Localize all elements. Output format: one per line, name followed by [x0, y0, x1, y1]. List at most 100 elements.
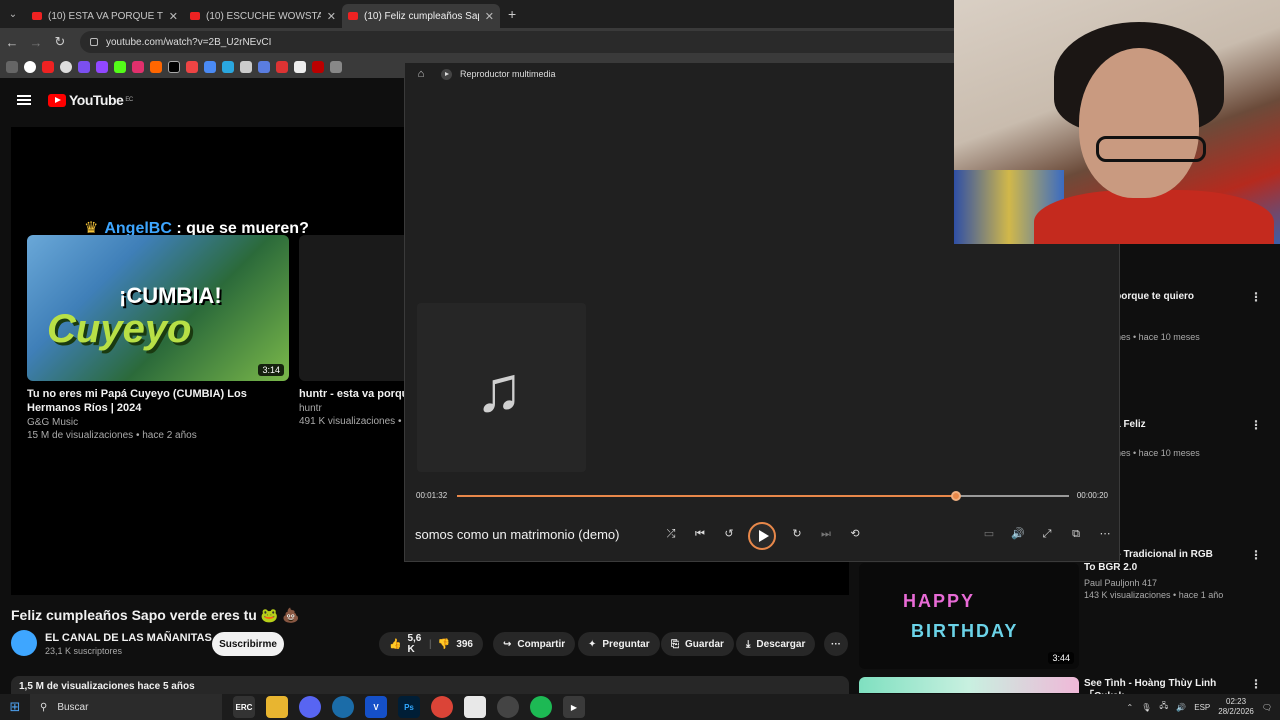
forward-30-icon[interactable]: ↻ — [787, 525, 807, 543]
steam-icon[interactable] — [332, 696, 354, 718]
paint-icon[interactable] — [464, 696, 486, 718]
bookmark-icon[interactable] — [240, 61, 252, 73]
duration-badge: 3:44 — [1048, 652, 1074, 664]
share-button[interactable]: ↪ Compartir — [493, 632, 576, 656]
duration-badge: 3:14 — [258, 364, 284, 376]
video-thumbnail[interactable]: ¡CUMBIA! Cuyeyo 3:14 — [27, 235, 289, 381]
menu-icon[interactable] — [17, 95, 31, 105]
rec-channel[interactable]: Paul Pauljonh 417 — [1084, 578, 1254, 588]
new-tab-button[interactable]: + — [508, 6, 516, 22]
volume-icon[interactable]: 🔊 — [1176, 703, 1186, 712]
more-options-icon[interactable]: ⋮ — [1250, 677, 1262, 691]
save-button[interactable]: ⎘ Guardar — [661, 632, 734, 656]
fullscreen-icon[interactable]: ⤢ — [1037, 525, 1057, 543]
clock[interactable]: 02:23 28/2/2026 — [1218, 697, 1254, 717]
chrome-icon[interactable] — [431, 696, 453, 718]
bookmark-icon[interactable] — [60, 61, 72, 73]
bookmark-icon[interactable] — [204, 61, 216, 73]
file-explorer-icon[interactable] — [266, 696, 288, 718]
song-title: somos como un matrimonio (demo) — [415, 527, 620, 542]
bookmark-icon[interactable] — [186, 61, 198, 73]
obs-icon[interactable] — [497, 696, 519, 718]
home-icon[interactable]: ⌂ — [415, 68, 427, 80]
seek-bar[interactable] — [457, 491, 1069, 501]
like-icon[interactable]: 👍 — [389, 639, 401, 650]
subscribe-button[interactable]: Suscribirme — [212, 632, 284, 656]
bookmark-icon[interactable] — [24, 61, 36, 73]
seek-thumb[interactable] — [950, 491, 961, 501]
rewind-10-icon[interactable]: ↺ — [719, 525, 739, 543]
close-tab-icon[interactable]: ✕ — [327, 10, 336, 23]
close-tab-icon[interactable]: ✕ — [485, 10, 494, 23]
video-thumbnail[interactable] — [299, 235, 409, 381]
captions-icon[interactable]: ▭ — [979, 525, 999, 543]
dislike-count[interactable]: 396 — [456, 639, 473, 650]
close-tab-icon[interactable]: ✕ — [169, 10, 178, 23]
more-options-icon[interactable]: ⋮ — [1250, 290, 1262, 304]
repeat-icon[interactable]: ⟲ — [845, 525, 865, 543]
ask-button[interactable]: ✦ Preguntar — [578, 632, 660, 656]
photoshop-icon[interactable]: Ps — [398, 696, 420, 718]
tab-2[interactable]: (10) ESCUCHE WOWSTAR Y ME ✕ — [184, 4, 342, 28]
bookmark-icon[interactable] — [168, 61, 180, 73]
spotify-icon[interactable] — [530, 696, 552, 718]
bookmark-icon[interactable] — [150, 61, 162, 73]
youtube-logo[interactable]: YouTube EC — [48, 92, 133, 108]
bookmark-icon[interactable] — [294, 61, 306, 73]
network-icon[interactable]: 🖧 — [1159, 700, 1168, 714]
video-thumbnail[interactable] — [859, 677, 1079, 693]
previous-track-icon[interactable]: ⏮ — [690, 525, 710, 543]
more-options-icon[interactable]: ⋮ — [1250, 548, 1262, 562]
shuffle-icon[interactable]: ⤮ — [661, 525, 681, 543]
site-info-icon[interactable] — [90, 38, 98, 46]
next-track-icon[interactable]: ⏭ — [816, 525, 836, 543]
card-title[interactable]: huntr - esta va porque — [299, 387, 409, 401]
bookmark-icon[interactable] — [78, 61, 90, 73]
app-icon[interactable]: ERC — [233, 696, 255, 718]
more-options-icon[interactable]: ⋯ — [1095, 525, 1115, 543]
card-title[interactable]: Tu no eres mi Papá Cuyeyo (CUMBIA) Los H… — [27, 387, 289, 415]
taskbar-search[interactable]: ⚲ Buscar — [30, 694, 222, 720]
video-thumbnail[interactable]: HAPPY BIRTHDAY 3:44 — [859, 563, 1079, 669]
channel-avatar[interactable] — [11, 630, 37, 656]
url-field[interactable]: youtube.com/watch?v=2B_U2rNEvCI — [80, 31, 980, 53]
channel-name[interactable]: EL CANAL DE LAS MAÑANITAS — [45, 632, 212, 644]
more-actions-button[interactable]: ··· — [824, 632, 848, 656]
v-app-icon[interactable]: V — [365, 696, 387, 718]
notifications-icon[interactable]: 🗨 — [1262, 703, 1272, 712]
bookmark-icon[interactable] — [114, 61, 126, 73]
bookmark-icon[interactable] — [276, 61, 288, 73]
miniplayer-icon[interactable]: ⧉ — [1066, 525, 1086, 543]
dislike-icon[interactable]: 👎 — [438, 639, 450, 650]
tab-3[interactable]: (10) Feliz cumpleaños Sapo verde ✕ — [342, 4, 500, 28]
tab-1[interactable]: (10) ESTA VA PORQUE TE QUIE ✕ — [26, 4, 184, 28]
reload-icon[interactable]: ↻ — [48, 34, 72, 50]
url-text: youtube.com/watch?v=2B_U2rNEvCI — [106, 36, 272, 48]
forward-icon[interactable]: → — [24, 35, 48, 50]
bookmark-icon[interactable] — [330, 61, 342, 73]
endscreen-card[interactable]: ¡CUMBIA! Cuyeyo 3:14 Tu no eres mi Papá … — [27, 235, 289, 441]
like-count[interactable]: 5,6 K — [407, 633, 423, 655]
tab-search-button[interactable]: ⌄ — [0, 0, 26, 28]
mic-icon[interactable]: 🎙 — [1141, 703, 1151, 712]
bookmark-icon[interactable] — [132, 61, 144, 73]
play-button[interactable] — [748, 522, 776, 550]
show-hidden-icons-icon[interactable]: ⌃ — [1126, 703, 1133, 712]
bookmark-icon[interactable] — [222, 61, 234, 73]
card-channel[interactable]: huntr — [299, 403, 409, 414]
more-options-icon[interactable]: ⋮ — [1250, 418, 1262, 432]
endscreen-card[interactable]: huntr - esta va porque huntr 491 K visua… — [299, 235, 409, 427]
card-channel[interactable]: G&G Music — [27, 417, 289, 428]
bookmark-icon[interactable] — [42, 61, 54, 73]
media-player-icon[interactable]: ▶ — [563, 696, 585, 718]
windows-start-icon[interactable]: ⊞ — [0, 699, 30, 715]
bookmark-icon[interactable] — [258, 61, 270, 73]
discord-icon[interactable] — [299, 696, 321, 718]
back-icon[interactable]: ← — [0, 35, 24, 50]
volume-icon[interactable]: 🔊 — [1008, 525, 1028, 543]
apps-icon[interactable] — [6, 61, 18, 73]
bookmark-icon[interactable] — [96, 61, 108, 73]
bookmark-icon[interactable] — [312, 61, 324, 73]
language-indicator[interactable]: ESP — [1194, 703, 1210, 712]
download-button[interactable]: ⤓ Descargar — [736, 632, 816, 656]
